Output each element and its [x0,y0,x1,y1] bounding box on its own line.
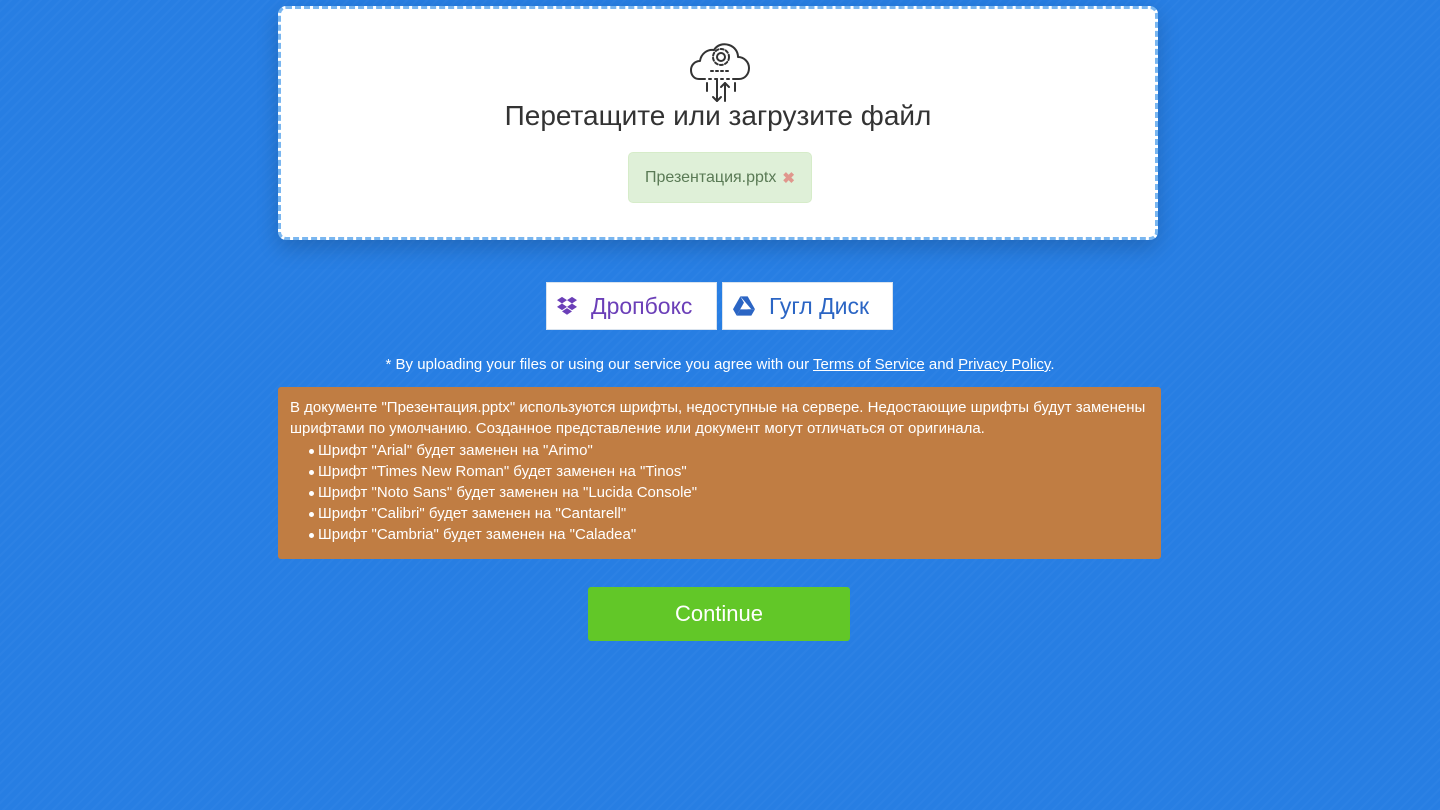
font-substitution-list: Шрифт "Arial" будет заменен на "Arimo" Ш… [290,440,1149,545]
list-item: Шрифт "Noto Sans" будет заменен на "Luci… [309,482,1149,503]
file-name: Презентация.pptx [645,168,777,186]
cloud-upload-gear-icon [690,43,750,102]
continue-button[interactable]: Continue [588,587,850,641]
agreement-middle: and [924,356,959,373]
list-item: Шрифт "Calibri" будет заменен на "Cantar… [309,503,1149,524]
privacy-policy-link[interactable]: Privacy Policy [958,356,1050,373]
dropbox-button[interactable]: Дропбокс [546,282,717,330]
dropbox-icon [557,296,577,315]
close-icon[interactable]: ✖ [782,169,795,187]
file-dropzone[interactable]: Перетащите или загрузите файл Презентаци… [278,6,1158,240]
google-drive-button-label: Гугл Диск [769,292,870,319]
list-item: Шрифт "Times New Roman" будет заменен на… [309,461,1149,482]
selected-file-chip: Презентация.pptx ✖ [628,152,812,203]
list-item: Шрифт "Arial" будет заменен на "Arimo" [309,440,1149,461]
font-substitution-warning: В документе "Презентация.pptx" использую… [278,387,1161,559]
google-drive-icon [733,296,755,316]
terms-of-service-link[interactable]: Terms of Service [813,356,925,373]
dropzone-title: Перетащите или загрузите файл [504,100,932,131]
warning-message: В документе "Презентация.pptx" использую… [290,399,1146,437]
dropbox-button-label: Дропбокс [591,292,693,319]
google-drive-button[interactable]: Гугл Диск [722,282,893,330]
terms-agreement-text: * By uploading your files or using our s… [0,355,1440,375]
list-item: Шрифт "Cambria" будет заменен на "Calade… [309,524,1149,545]
agreement-prefix: * By uploading your files or using our s… [385,356,813,373]
agreement-suffix: . [1050,356,1055,373]
